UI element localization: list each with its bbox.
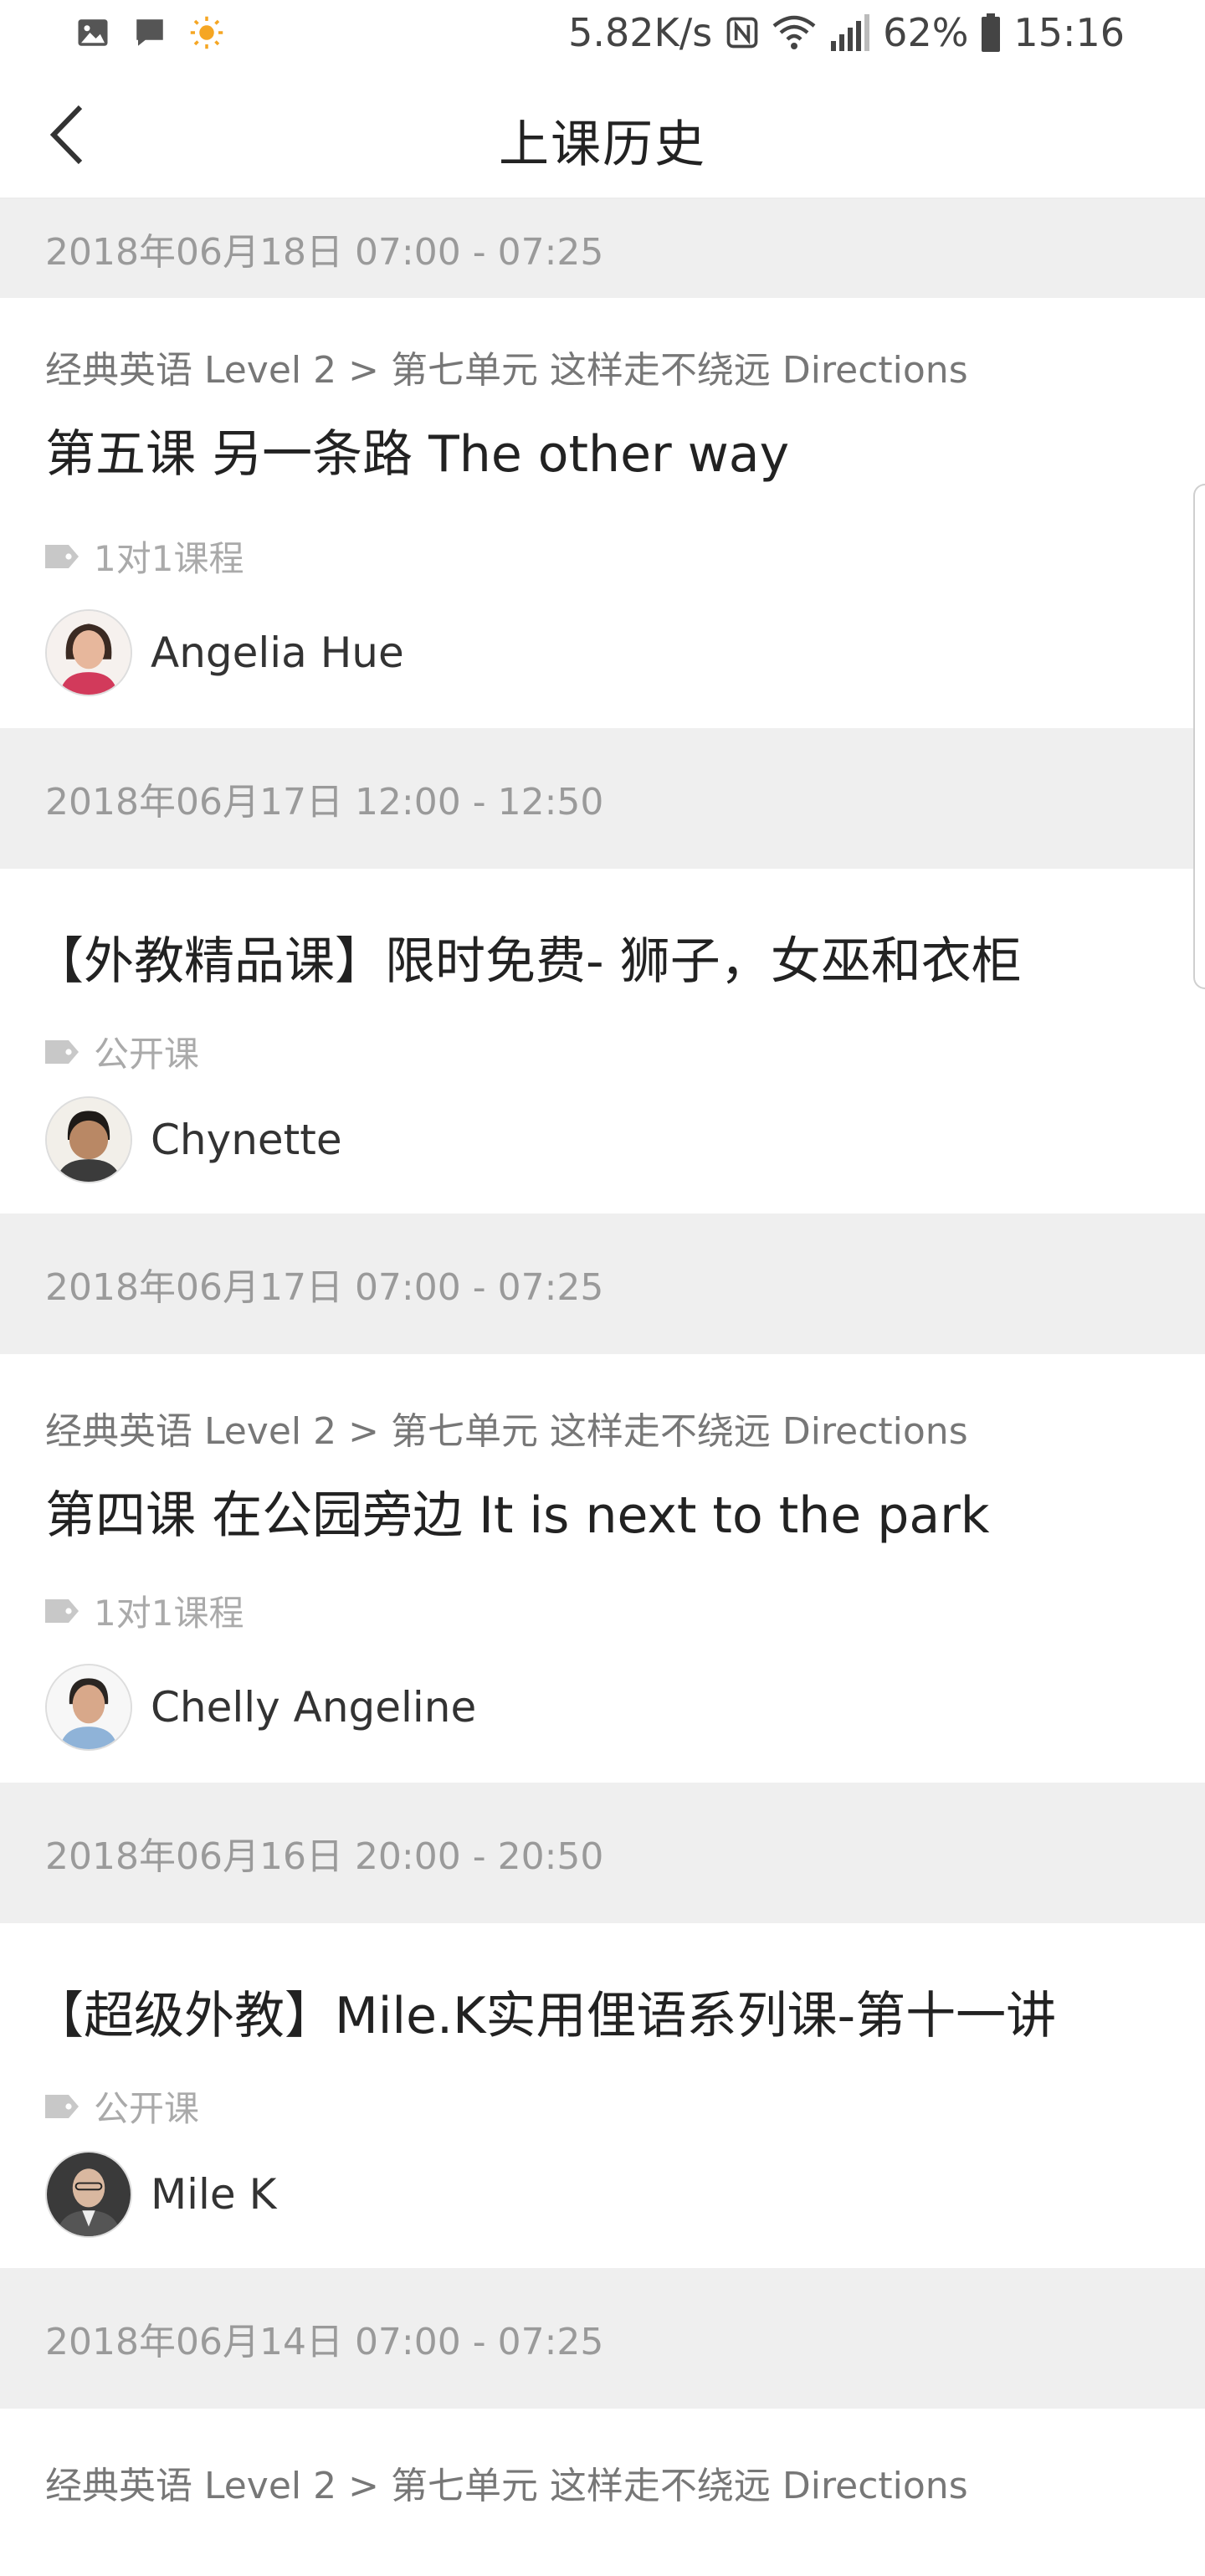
lesson-title: 【外教精品课】限时免费- 狮子，女巫和衣柜 xyxy=(33,932,1022,991)
avatar-image xyxy=(47,1665,131,1749)
lesson-card[interactable]: 【超级外教】Mile.K实用俚语系列课-第十一讲 公开课 Mile K xyxy=(0,1923,1205,2268)
date-header: 2018年06月18日 07:00 - 07:25 xyxy=(0,199,1205,298)
date-label: 2018年06月17日 07:00 - 07:25 xyxy=(45,1266,604,1309)
network-speed: 5.82K/s xyxy=(568,10,713,55)
teacher-avatar xyxy=(45,1664,132,1751)
clock: 15:16 xyxy=(1013,10,1125,55)
gallery-icon xyxy=(78,19,108,46)
tag-icon xyxy=(45,544,79,568)
teacher-avatar xyxy=(45,609,132,696)
tag-label: 公开课 xyxy=(94,1034,200,1075)
lesson-title: 第四课 在公园旁边 It is next to the park xyxy=(45,1486,990,1545)
lesson-card[interactable]: 【外教精品课】限时免费- 狮子，女巫和衣柜 公开课 Chynette xyxy=(0,869,1205,1214)
nfc-icon xyxy=(726,17,758,49)
page-title: 上课历史 xyxy=(499,115,706,174)
status-bar: 5.82K/s 62% 15:16 xyxy=(0,0,1205,70)
date-header: 2018年06月14日 07:00 - 07:25 xyxy=(0,2268,1205,2409)
course-type-tag: 1对1课程 xyxy=(45,531,244,582)
battery-percent: 62% xyxy=(883,10,969,55)
weather-icon xyxy=(190,16,223,49)
history-list[interactable]: 2018年06月18日 07:00 - 07:25 经典英语 Level 2 >… xyxy=(0,199,1205,2576)
date-label: 2018年06月18日 07:00 - 07:25 xyxy=(45,231,604,274)
lesson-card[interactable]: 经典英语 Level 2 > 第七单元 这样走不绕远 Directions xyxy=(0,2409,1205,2576)
tag-label: 1对1课程 xyxy=(94,1593,244,1634)
app-header: 上课历史 xyxy=(0,70,1205,199)
teacher-row: Chynette xyxy=(45,1096,342,1183)
message-icon xyxy=(136,19,163,46)
tag-icon xyxy=(45,1039,79,1064)
teacher-name: Mile K xyxy=(151,2170,277,2219)
tag-label: 1对1课程 xyxy=(94,538,244,579)
tag-label: 公开课 xyxy=(94,2088,200,2129)
scroll-indicator[interactable] xyxy=(1193,484,1205,989)
date-label: 2018年06月17日 12:00 - 12:50 xyxy=(45,781,604,824)
teacher-name: Chynette xyxy=(151,1116,342,1164)
course-path: 经典英语 Level 2 > 第七单元 这样走不绕远 Directions xyxy=(45,2465,968,2507)
teacher-name: Chelly Angeline xyxy=(151,1683,477,1732)
course-path: 经典英语 Level 2 > 第七单元 这样走不绕远 Directions xyxy=(45,349,968,392)
teacher-name: Angelia Hue xyxy=(151,629,404,677)
teacher-row: Mile K xyxy=(45,2151,276,2238)
lesson-card[interactable]: 经典英语 Level 2 > 第七单元 这样走不绕远 Directions 第五… xyxy=(0,298,1205,728)
course-path: 经典英语 Level 2 > 第七单元 这样走不绕远 Directions xyxy=(45,1410,968,1453)
date-header: 2018年06月17日 07:00 - 07:25 xyxy=(0,1214,1205,1354)
system-status: 5.82K/s 62% 15:16 xyxy=(568,10,1125,55)
course-type-tag: 公开课 xyxy=(45,2081,199,2132)
date-label: 2018年06月16日 20:00 - 20:50 xyxy=(45,1835,604,1878)
avatar-image xyxy=(47,611,131,695)
avatar-image xyxy=(47,1098,131,1182)
date-label: 2018年06月14日 07:00 - 07:25 xyxy=(45,2321,604,2363)
lesson-title: 【超级外教】Mile.K实用俚语系列课-第十一讲 xyxy=(33,1987,1057,2045)
date-header: 2018年06月17日 12:00 - 12:50 xyxy=(0,728,1205,869)
battery-icon xyxy=(982,13,1001,52)
lesson-title: 第五课 另一条路 The other way xyxy=(45,425,790,484)
date-header: 2018年06月16日 20:00 - 20:50 xyxy=(0,1783,1205,1923)
lesson-card[interactable]: 经典英语 Level 2 > 第七单元 这样走不绕远 Directions 第四… xyxy=(0,1354,1205,1783)
course-type-tag: 公开课 xyxy=(45,1026,199,1077)
avatar-image xyxy=(47,2153,131,2236)
notification-icons xyxy=(75,15,224,50)
tag-icon xyxy=(45,1598,79,1623)
signal-icon xyxy=(831,14,870,51)
teacher-avatar xyxy=(45,1096,132,1183)
course-type-tag: 1对1课程 xyxy=(45,1585,244,1636)
teacher-avatar xyxy=(45,2151,132,2238)
teacher-row: Angelia Hue xyxy=(45,609,404,696)
tag-icon xyxy=(45,2094,79,2118)
wifi-icon xyxy=(772,15,816,49)
teacher-row: Chelly Angeline xyxy=(45,1664,476,1751)
